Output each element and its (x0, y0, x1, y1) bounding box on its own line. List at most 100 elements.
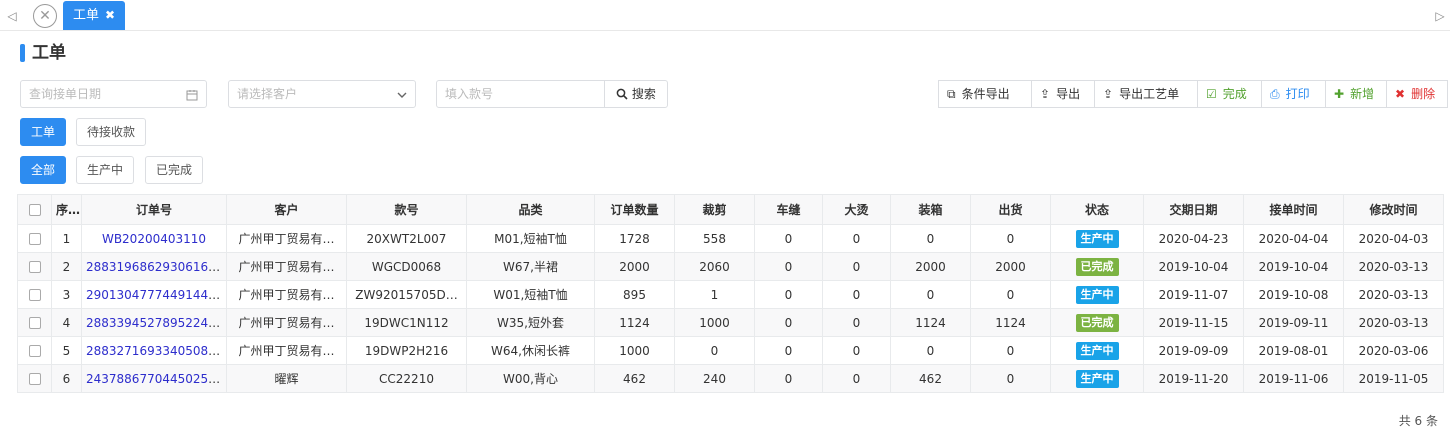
status-tab-completed[interactable]: 已完成 (145, 156, 204, 184)
row-checkbox[interactable] (28, 233, 41, 245)
order-number-cell: 288327169334050816 (81, 336, 227, 365)
due-date-cell: 2019-09-09 (1143, 336, 1244, 365)
order-number-cell: WB20200403110 (81, 224, 227, 253)
delete-label: 删除 (1411, 87, 1436, 101)
table-row[interactable]: 3 290130477744914432 广州甲丁贸易有… ZW92015705D… W… (17, 280, 1444, 309)
status-cell: 已完成 (1050, 308, 1144, 337)
scroll-left-icon[interactable]: ◁ (6, 8, 18, 24)
row-checkbox-cell[interactable] (17, 336, 52, 365)
export-button[interactable]: ⇪ 导出 (1031, 80, 1095, 108)
date-placeholder: 查询接单日期 (29, 87, 102, 101)
order-qty-cell: 1728 (594, 224, 675, 253)
close-all-tabs-icon[interactable]: ✕ (33, 4, 57, 28)
received-time-cell: 2019-08-01 (1243, 336, 1344, 365)
status-cell: 生产中 (1050, 280, 1144, 309)
style-number-cell: 20XWT2L007 (346, 224, 467, 253)
column-header: 出货 (970, 194, 1051, 225)
received-time-cell: 2019-09-11 (1243, 308, 1344, 337)
row-index-cell: 4 (51, 308, 82, 337)
order-number-link[interactable]: 288319686293061632 (86, 260, 223, 274)
due-date-cell: 2019-11-07 (1143, 280, 1244, 309)
export-craft-button[interactable]: ⇪ 导出工艺单 (1094, 80, 1198, 108)
search-icon (616, 87, 632, 101)
row-checkbox-cell[interactable] (17, 224, 52, 253)
table-row[interactable]: 4 288339452789522432 广州甲丁贸易有… 19DWC1N112 W35… (17, 308, 1444, 337)
modified-time-cell: 2020-04-03 (1343, 224, 1444, 253)
table-row[interactable]: 2 288319686293061632 广州甲丁贸易有… WGCD0068 W67,半… (17, 252, 1444, 281)
order-number-link[interactable]: 288327169334050816 (86, 344, 223, 358)
status-badge: 已完成 (1075, 257, 1119, 276)
row-checkbox[interactable] (28, 373, 41, 385)
row-checkbox-cell[interactable] (17, 252, 52, 281)
order-number-cell: 288339452789522432 (81, 308, 227, 337)
style-number-input[interactable]: 填入款号 (436, 80, 605, 108)
total-count: 共 6 条 (1398, 414, 1438, 428)
row-index-cell: 6 (51, 364, 82, 393)
status-tab-in-production[interactable]: 生产中 (76, 156, 135, 184)
row-checkbox[interactable] (28, 289, 41, 301)
status-tab-all[interactable]: 全部 (20, 156, 67, 184)
due-date-cell: 2019-10-04 (1143, 252, 1244, 281)
search-button[interactable]: 搜索 (604, 80, 668, 108)
received-time-cell: 2020-04-04 (1243, 224, 1344, 253)
style-number-cell: CC22210 (346, 364, 467, 393)
order-number-cell: 290130477744914432 (81, 280, 227, 309)
type-tab-pending-payment[interactable]: 待接收款 (76, 118, 147, 146)
customer-cell: 广州甲丁贸易有… (226, 336, 347, 365)
shipping-cell: 0 (970, 224, 1051, 253)
tab-workorder[interactable]: 工单 ✖ (63, 1, 126, 30)
row-checkbox-cell[interactable] (17, 308, 52, 337)
close-tab-icon[interactable]: ✖ (105, 8, 115, 22)
search-label: 搜索 (631, 87, 656, 101)
table-row[interactable]: 6 243788677044502528 曜辉 CC22210 W00,背心 462 240… (17, 364, 1444, 393)
order-number-cell: 288319686293061632 (81, 252, 227, 281)
ironing-cell: 0 (822, 336, 891, 365)
order-number-link[interactable]: 243788677044502528 (86, 372, 223, 386)
table-row[interactable]: 5 288327169334050816 广州甲丁贸易有… 19DWP2H216 W64… (17, 336, 1444, 365)
date-filter-input[interactable]: 查询接单日期 (20, 80, 207, 108)
add-button[interactable]: ✚ 新增 (1325, 80, 1387, 108)
cutting-cell: 0 (674, 336, 755, 365)
row-checkbox-cell[interactable] (17, 280, 52, 309)
customer-select[interactable]: 请选择客户 (228, 80, 416, 108)
type-tab-workorder[interactable]: 工单 (20, 118, 67, 146)
print-button[interactable]: ⎙ 打印 (1261, 80, 1326, 108)
ironing-cell: 0 (822, 280, 891, 309)
export-label: 导出 (1056, 87, 1081, 101)
customer-placeholder: 请选择客户 (237, 87, 298, 101)
scroll-right-icon[interactable]: ▷ (1434, 8, 1446, 24)
column-header: 交期日期 (1143, 194, 1244, 225)
order-number-link[interactable]: 288339452789522432 (86, 316, 223, 330)
complete-button[interactable]: ☑ 完成 (1197, 80, 1262, 108)
sewing-cell: 0 (754, 224, 823, 253)
calendar-icon (186, 81, 198, 107)
category-cell: W64,休闲长裤 (466, 336, 595, 365)
customer-cell: 广州甲丁贸易有… (226, 308, 347, 337)
order-number-link[interactable]: WB20200403110 (102, 232, 206, 246)
column-header: 状态 (1050, 194, 1144, 225)
column-header: 客户 (226, 194, 347, 225)
select-all-checkbox-cell[interactable] (17, 194, 52, 225)
row-checkbox[interactable] (28, 317, 41, 329)
order-number-link[interactable]: 290130477744914432 (86, 288, 223, 302)
column-header: 车缝 (754, 194, 823, 225)
select-all-checkbox[interactable] (28, 204, 41, 216)
order-number-cell: 243788677044502528 (81, 364, 227, 393)
conditional-export-button[interactable]: ⧉ 条件导出 (938, 80, 1032, 108)
export-craft-label: 导出工艺单 (1119, 87, 1180, 101)
row-checkbox[interactable] (28, 261, 41, 273)
delete-button[interactable]: ✖ 删除 (1386, 80, 1448, 108)
table-header-row: 序号 订单号 客户 款号 品类 订单数量 裁剪 车缝 大烫 装箱 出货 状态 交… (17, 194, 1444, 225)
table-row[interactable]: 1 WB20200403110 广州甲丁贸易有… 20XWT2L007 M01,短袖T恤… (17, 224, 1444, 253)
row-checkbox-cell[interactable] (17, 364, 52, 393)
customer-cell: 广州甲丁贸易有… (226, 252, 347, 281)
category-cell: M01,短袖T恤 (466, 224, 595, 253)
received-time-cell: 2019-11-06 (1243, 364, 1344, 393)
ironing-cell: 0 (822, 224, 891, 253)
row-checkbox[interactable] (28, 345, 41, 357)
status-cell: 生产中 (1050, 224, 1144, 253)
style-number-cell: 19DWC1N112 (346, 308, 467, 337)
page-title: 工单 (20, 42, 66, 64)
check-square-icon: ☑ (1206, 87, 1217, 101)
customer-cell: 广州甲丁贸易有… (226, 224, 347, 253)
